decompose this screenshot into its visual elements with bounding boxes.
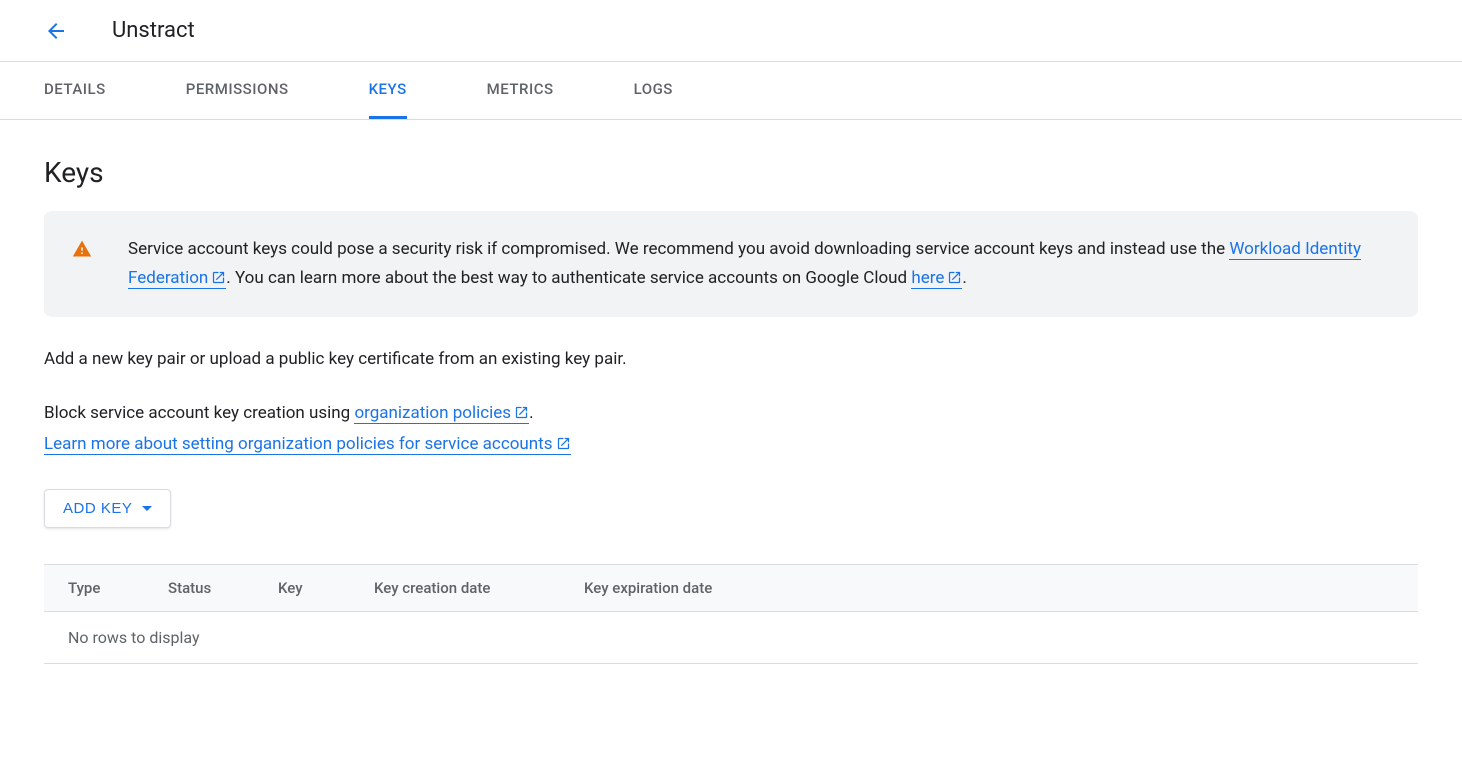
column-type: Type [68, 579, 168, 597]
tab-details[interactable]: DETAILS [44, 62, 106, 119]
column-key: Key [278, 579, 374, 597]
add-key-label: ADD KEY [63, 500, 132, 517]
column-status: Status [168, 579, 278, 597]
block-policy-prefix: Block service account key creation using [44, 403, 354, 423]
external-link-icon [947, 270, 962, 285]
tab-keys[interactable]: KEYS [369, 62, 407, 119]
empty-state-message: No rows to display [44, 612, 1418, 664]
warning-box: Service account keys could pose a securi… [44, 211, 1418, 317]
warning-text-part2: . You can learn more about the best way … [226, 268, 911, 288]
block-policy-suffix: . [529, 403, 533, 423]
external-link-icon [556, 436, 571, 451]
warning-triangle-icon [72, 239, 92, 293]
column-creation-date: Key creation date [374, 579, 584, 597]
chevron-down-icon [142, 506, 152, 511]
learn-more-here-link[interactable]: here [911, 268, 962, 289]
keys-table: Type Status Key Key creation date Key ex… [44, 564, 1418, 664]
tab-logs[interactable]: LOGS [634, 62, 673, 119]
warning-text: Service account keys could pose a securi… [128, 235, 1390, 293]
table-header-row: Type Status Key Key creation date Key ex… [44, 565, 1418, 612]
section-heading: Keys [44, 156, 1418, 189]
block-policy-section: Block service account key creation using… [44, 398, 1418, 461]
warning-text-part1: Service account keys could pose a securi… [128, 239, 1229, 259]
learn-more-org-policies-link[interactable]: Learn more about setting organization po… [44, 434, 571, 455]
tab-bar: DETAILS PERMISSIONS KEYS METRICS LOGS [0, 62, 1462, 120]
header-bar: Unstract [0, 0, 1462, 62]
add-key-button[interactable]: ADD KEY [44, 489, 171, 528]
page-title: Unstract [112, 18, 195, 43]
back-arrow-icon[interactable] [44, 19, 68, 43]
column-expiration-date: Key expiration date [584, 579, 1394, 597]
external-link-icon [514, 405, 529, 420]
main-content: Keys Service account keys could pose a s… [0, 120, 1462, 700]
warning-text-part3: . [962, 268, 966, 288]
external-link-icon [211, 270, 226, 285]
tab-metrics[interactable]: METRICS [487, 62, 554, 119]
organization-policies-link[interactable]: organization policies [354, 403, 529, 424]
description-text: Add a new key pair or upload a public ke… [44, 345, 1418, 374]
tab-permissions[interactable]: PERMISSIONS [186, 62, 289, 119]
